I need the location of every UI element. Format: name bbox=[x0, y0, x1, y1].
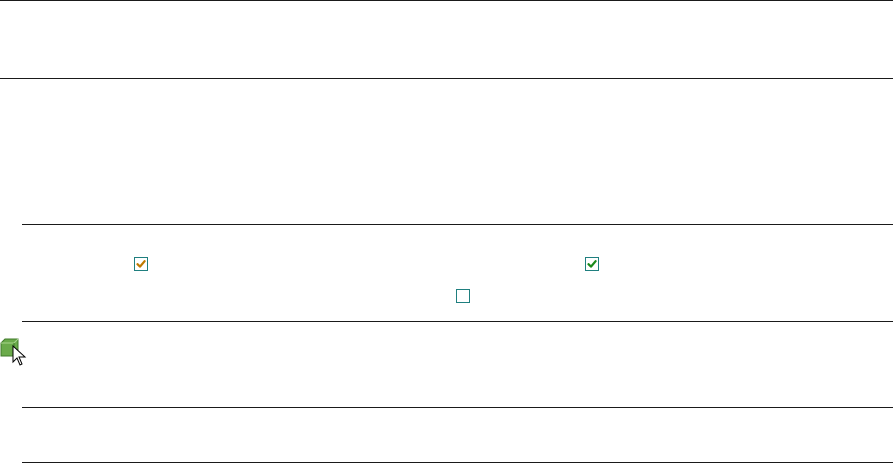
checkmark-icon bbox=[136, 260, 146, 268]
checkmark-icon bbox=[587, 260, 597, 268]
checkbox-row2[interactable] bbox=[456, 289, 470, 303]
table-top-border bbox=[0, 0, 893, 1]
drag-move-cursor-icon bbox=[0, 338, 30, 368]
row-divider bbox=[22, 321, 893, 322]
table-canvas bbox=[0, 0, 893, 463]
checkbox-row1-col2[interactable] bbox=[585, 257, 599, 271]
checkbox-row1-col1[interactable] bbox=[134, 257, 148, 271]
row-divider bbox=[22, 407, 893, 408]
header-bottom-border bbox=[0, 78, 893, 79]
row-divider bbox=[22, 224, 893, 225]
